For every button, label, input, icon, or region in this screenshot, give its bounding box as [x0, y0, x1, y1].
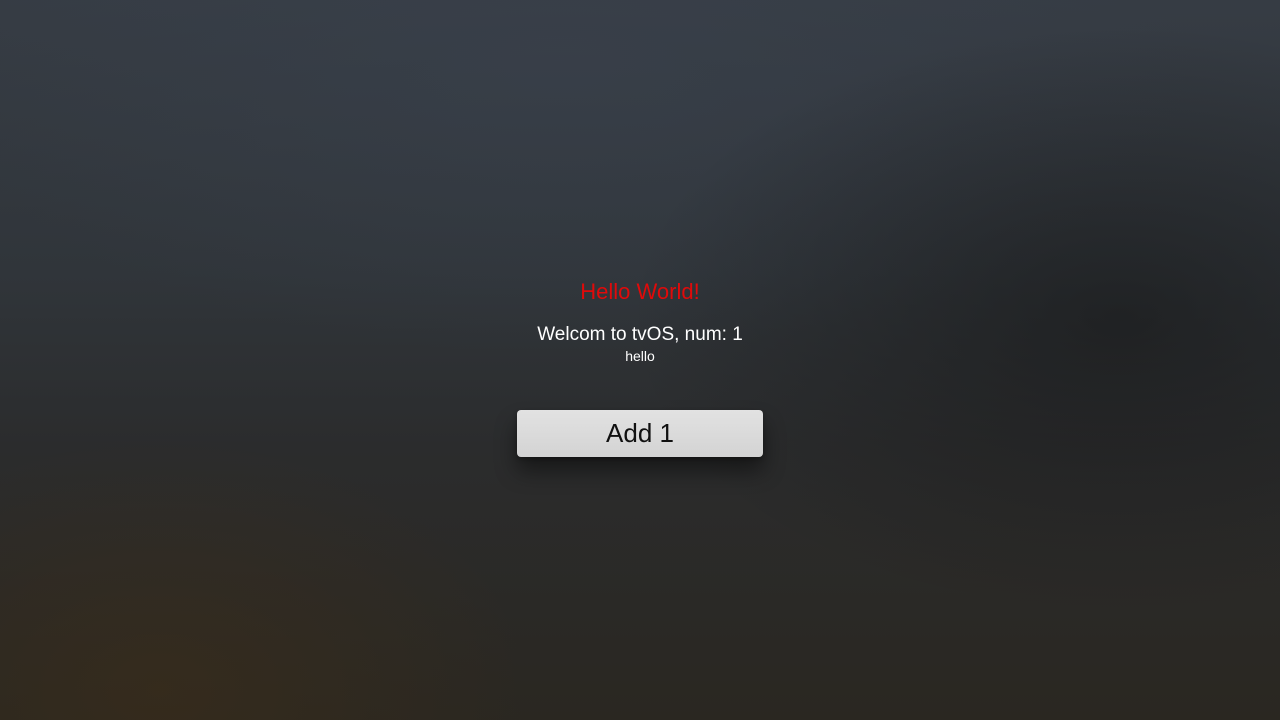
add-one-button[interactable]: Add 1: [517, 410, 763, 457]
welcome-text: Welcom to tvOS, num: 1: [537, 324, 743, 345]
hello-world-title: Hello World!: [580, 279, 700, 304]
tvos-screen: Hello World! Welcom to tvOS, num: 1 hell…: [0, 0, 1280, 720]
hello-label: hello: [625, 348, 655, 364]
